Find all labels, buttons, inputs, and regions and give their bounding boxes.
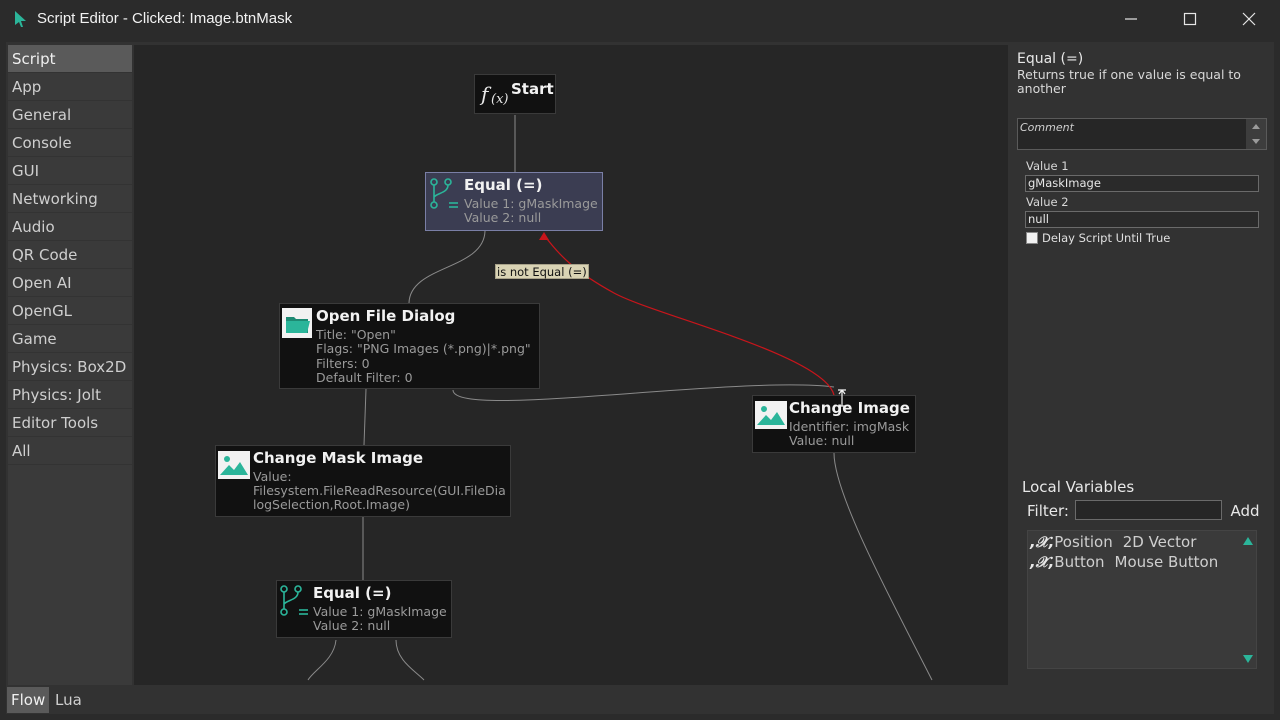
comment-field[interactable]: Comment <box>1017 118 1267 150</box>
category-open-ai[interactable]: Open AI <box>8 269 132 297</box>
node-equal[interactable]: Equal (=) Value 1: gMaskImage Value 2: n… <box>276 580 452 638</box>
node-param: Value 2: null <box>313 618 391 633</box>
category-opengl[interactable]: OpenGL <box>8 297 132 325</box>
add-variable-button[interactable]: Add <box>1226 500 1264 522</box>
node-param: Identifier: imgMask <box>789 419 910 434</box>
list-item[interactable]: ,𝒳,Position 2D Vector <box>1030 533 1196 551</box>
folder-icon <box>282 308 312 338</box>
node-param: Value 1: gMaskImage <box>464 196 598 211</box>
category-gui[interactable]: GUI <box>8 157 132 185</box>
scroll-up-icon[interactable] <box>1241 535 1255 547</box>
node-start[interactable]: f (x) Start <box>474 74 556 114</box>
node-param: Filesystem.FileReadResource(GUI.FileDia <box>253 483 506 498</box>
flow-canvas[interactable]: f (x) Start Equal (=) Value 1: gMaskImag… <box>134 45 1008 685</box>
panel-title: Equal (=) <box>1017 51 1084 67</box>
filter-input[interactable] <box>1075 500 1222 520</box>
connection-wires <box>307 115 933 681</box>
variable-type: Mouse Button <box>1114 553 1219 571</box>
node-title: Equal (=) <box>464 176 543 194</box>
category-physics-box2d[interactable]: Physics: Box2D <box>8 353 132 381</box>
category-general[interactable]: General <box>8 101 132 129</box>
category-editor-tools[interactable]: Editor Tools <box>8 409 132 437</box>
node-equal-selected[interactable]: Equal (=) Value 1: gMaskImage Value 2: n… <box>425 172 603 231</box>
node-open-file-dialog[interactable]: Open File Dialog Title: "Open" Flags: "P… <box>279 303 540 389</box>
edge-label[interactable]: is not Equal (=) <box>495 264 589 279</box>
node-param: Title: "Open" <box>316 327 396 342</box>
category-networking[interactable]: Networking <box>8 185 132 213</box>
node-param: Value 1: gMaskImage <box>313 604 447 619</box>
close-icon <box>1242 12 1256 26</box>
filter-label: Filter: <box>1027 502 1069 520</box>
category-qr-code[interactable]: QR Code <box>8 241 132 269</box>
value2-label: Value 2 <box>1026 195 1069 209</box>
value2-input[interactable]: null <box>1025 211 1259 228</box>
branch-icon <box>430 178 458 209</box>
image-icon <box>755 401 787 429</box>
category-game[interactable]: Game <box>8 325 132 353</box>
value1-label: Value 1 <box>1026 159 1069 173</box>
comment-scrollbar[interactable] <box>1246 119 1266 149</box>
maximize-icon <box>1183 12 1197 26</box>
variable-type: 2D Vector <box>1122 533 1197 551</box>
properties-panel: Equal (=) Returns true if one value is e… <box>1010 45 1272 685</box>
node-param: logSelection,Root.Image) <box>253 497 410 512</box>
node-param: Default Filter: 0 <box>316 370 413 385</box>
category-script[interactable]: Script <box>8 45 132 73</box>
variable-list[interactable]: ,𝒳,Position 2D Vector ,𝒳,Button Mouse Butt… <box>1027 530 1257 669</box>
variable-name: Button <box>1054 553 1105 571</box>
minimize-button[interactable] <box>1102 0 1160 38</box>
image-icon <box>218 451 250 479</box>
branch-icon <box>280 585 308 616</box>
node-param: Filters: 0 <box>316 356 370 371</box>
local-variables-title: Local Variables <box>1022 478 1135 496</box>
category-all[interactable]: All <box>8 437 132 465</box>
svg-text:(x): (x) <box>491 92 508 107</box>
scroll-down-icon[interactable] <box>1241 653 1255 665</box>
variable-icon: ,𝒳, <box>1030 553 1055 571</box>
panel-description: Returns true if one value is equal to an… <box>1017 67 1241 96</box>
title-bar: Script Editor - Clicked: Image.btnMask <box>0 0 1280 38</box>
delay-checkbox-label: Delay Script Until True <box>1042 231 1171 245</box>
category-console[interactable]: Console <box>8 129 132 157</box>
close-button[interactable] <box>1220 0 1278 38</box>
node-param: Flags: "PNG Images (*.png)|*.png" <box>316 341 531 356</box>
text-cursor-icon <box>838 389 846 407</box>
function-icon: f (x) <box>479 82 508 107</box>
category-app[interactable]: App <box>8 73 132 101</box>
node-title: Start <box>511 80 554 98</box>
node-title: Open File Dialog <box>316 307 456 325</box>
node-param: Value 2: null <box>464 210 542 225</box>
tab-lua[interactable]: Lua <box>51 687 86 713</box>
value1-input[interactable]: gMaskImage <box>1025 175 1259 192</box>
node-title: Change Mask Image <box>253 449 424 467</box>
minimize-icon <box>1125 18 1137 20</box>
cursor-icon <box>15 11 26 27</box>
maximize-button[interactable] <box>1161 0 1219 38</box>
node-change-mask-image[interactable]: Change Mask Image Value: Filesystem.File… <box>215 445 511 517</box>
category-sidebar: Script App General Console GUI Networkin… <box>8 45 132 685</box>
comment-placeholder: Comment <box>1020 121 1074 134</box>
node-title: Change Image <box>789 399 910 417</box>
category-physics-jolt[interactable]: Physics: Jolt <box>8 381 132 409</box>
list-item[interactable]: ,𝒳,Button Mouse Button <box>1030 553 1218 571</box>
node-param: Value: null <box>789 433 855 448</box>
variable-icon: ,𝒳, <box>1030 533 1055 551</box>
variable-name: Position <box>1054 533 1113 551</box>
node-title: Equal (=) <box>313 584 392 602</box>
scroll-arrows-icon <box>1252 124 1260 144</box>
node-param: Value: <box>253 469 292 484</box>
window-title: Script Editor - Clicked: Image.btnMask <box>37 10 293 27</box>
tab-flow[interactable]: Flow <box>7 687 50 713</box>
node-change-image[interactable]: Change Image Identifier: imgMask Value: … <box>752 395 916 453</box>
delay-checkbox[interactable] <box>1026 232 1038 244</box>
category-audio[interactable]: Audio <box>8 213 132 241</box>
